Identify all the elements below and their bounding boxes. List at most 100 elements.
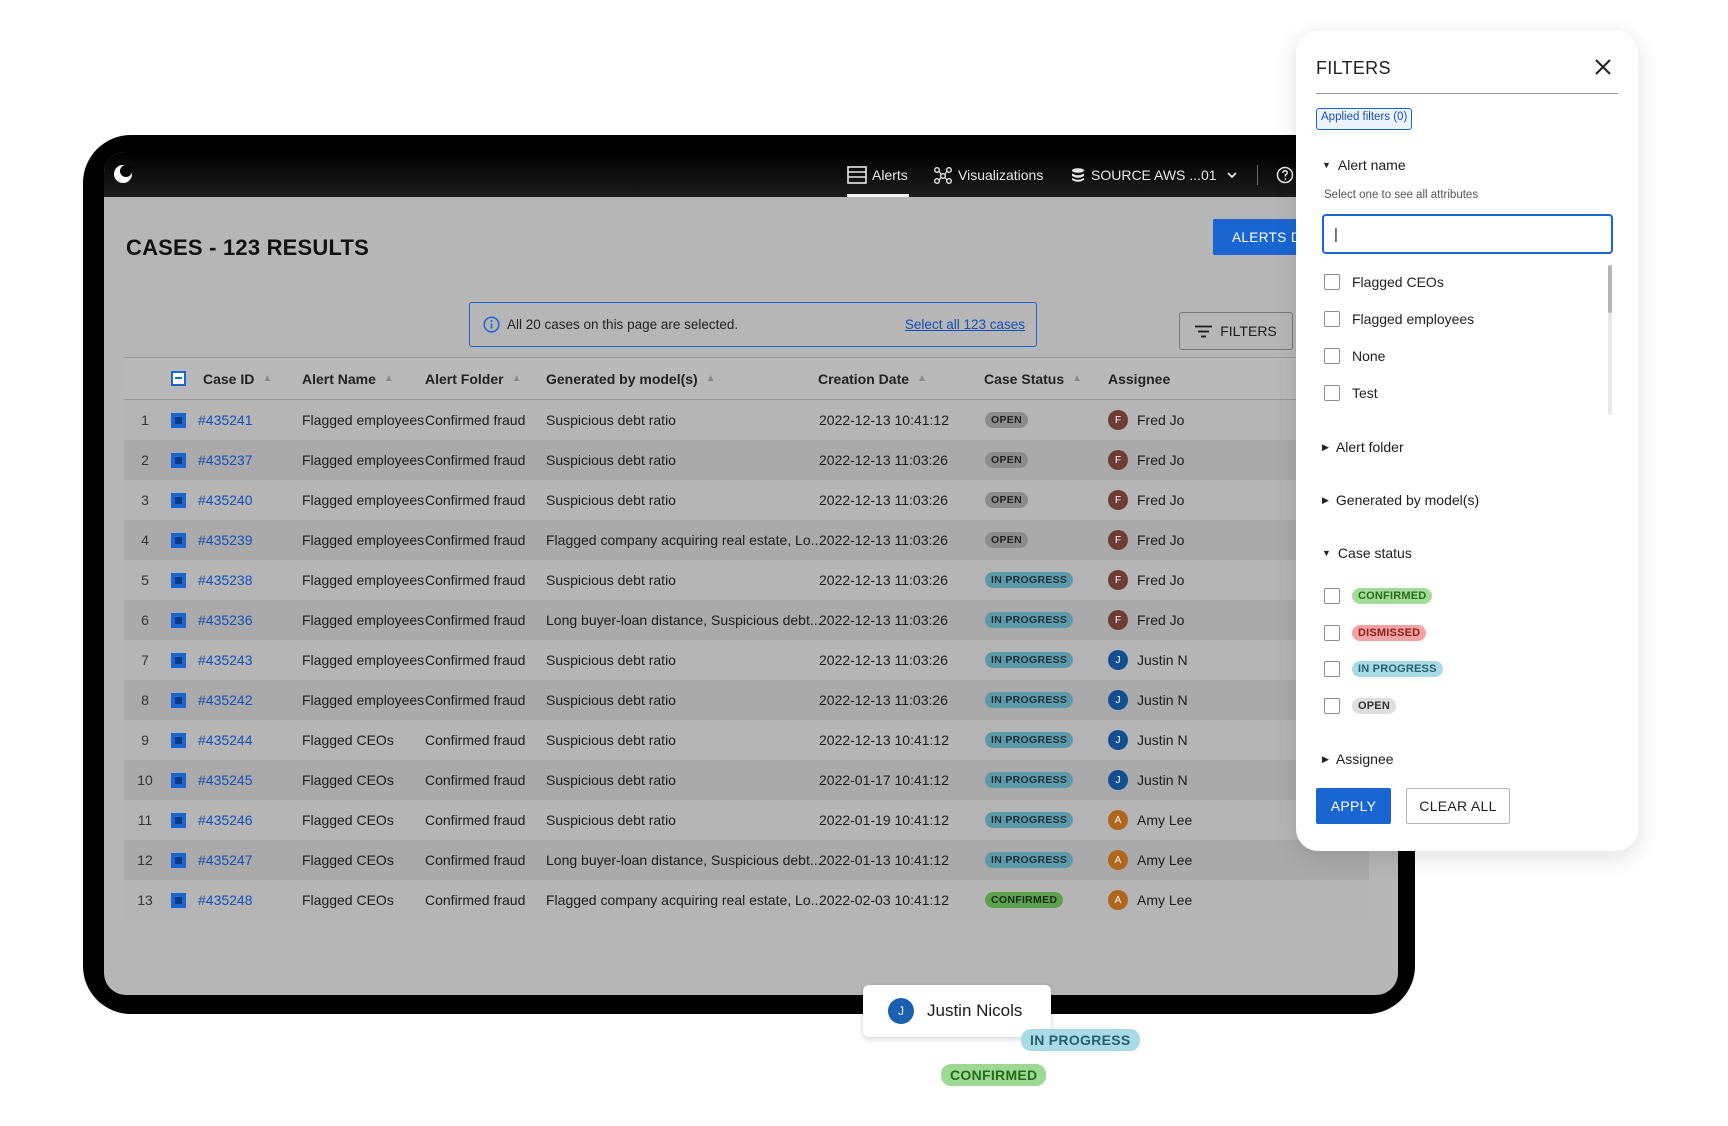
assignee-name: Justin N: [1137, 732, 1188, 748]
row-checkbox[interactable]: [171, 880, 186, 920]
case-id-link[interactable]: #435245: [198, 760, 253, 800]
case-id-link[interactable]: #435242: [198, 680, 253, 720]
row-checkbox[interactable]: [171, 720, 186, 760]
case-id-link[interactable]: #435247: [198, 840, 253, 880]
case-id-link[interactable]: #435240: [198, 480, 253, 520]
status-cell: IN PROGRESS: [985, 840, 1074, 880]
status-cell: OPEN: [985, 480, 1028, 520]
status-cell: IN PROGRESS: [985, 760, 1074, 800]
avatar: J: [1108, 770, 1128, 790]
checkbox[interactable]: [1324, 311, 1340, 327]
column-header-assignee[interactable]: Assignee: [1108, 358, 1170, 399]
status-badge: OPEN: [985, 452, 1028, 468]
assignee-cell: J Justin N: [1108, 640, 1188, 680]
clear-all-button[interactable]: CLEAR ALL: [1406, 788, 1510, 824]
option-status-confirmed[interactable]: CONFIRMED: [1324, 588, 1433, 604]
section-alert-folder[interactable]: ▶ Alert folder: [1322, 439, 1404, 455]
table-row[interactable]: 12 #435247 Flagged CEOs Confirmed fraud Long…: [124, 840, 1369, 880]
table-row[interactable]: 2 #435237 Flagged employees Confirmed fraud…: [124, 440, 1369, 480]
source-selector[interactable]: SOURCE AWS ...01: [1070, 152, 1244, 197]
column-header-alert-name[interactable]: Alert Name ▲: [302, 358, 394, 399]
status-cell: IN PROGRESS: [985, 560, 1074, 600]
case-id-link[interactable]: #435238: [198, 560, 253, 600]
table-row[interactable]: 3 #435240 Flagged employees Confirmed fraud…: [124, 480, 1369, 520]
filters-button-label: FILTERS: [1220, 323, 1277, 339]
case-id-link[interactable]: #435246: [198, 800, 253, 840]
table-row[interactable]: 7 #435243 Flagged employees Confirmed fraud…: [124, 640, 1369, 680]
section-case-status[interactable]: ▼ Case status: [1322, 545, 1412, 561]
nav-alerts[interactable]: Alerts: [847, 152, 908, 197]
checkbox[interactable]: [1324, 661, 1340, 677]
table-row[interactable]: 10 #435245 Flagged CEOs Confirmed fraud Susp…: [124, 760, 1369, 800]
row-checkbox[interactable]: [171, 640, 186, 680]
case-id-link[interactable]: #435237: [198, 440, 253, 480]
checkbox[interactable]: [1324, 698, 1340, 714]
section-alert-name[interactable]: ▼ Alert name: [1322, 157, 1406, 173]
checkbox[interactable]: [1324, 588, 1340, 604]
select-all-link[interactable]: Select all 123 cases: [905, 317, 1025, 332]
avatar: A: [1108, 850, 1128, 870]
option-test[interactable]: Test: [1324, 385, 1378, 401]
option-status-dismissed[interactable]: DISMISSED: [1324, 625, 1427, 641]
row-checkbox[interactable]: [171, 760, 186, 800]
creation-date-cell: 2022-01-13 10:41:12: [819, 852, 949, 868]
row-checkbox[interactable]: [171, 800, 186, 840]
table-row[interactable]: 8 #435242 Flagged employees Confirmed fraud…: [124, 680, 1369, 720]
checkbox[interactable]: [1324, 274, 1340, 290]
filters-button[interactable]: FILTERS: [1179, 312, 1293, 350]
option-status-open[interactable]: OPEN: [1324, 698, 1396, 714]
checkbox[interactable]: [1324, 625, 1340, 641]
case-id-link[interactable]: #435241: [198, 400, 253, 440]
table-row[interactable]: 6 #435236 Flagged employees Confirmed fraud…: [124, 600, 1369, 640]
alerts-icon: [847, 165, 867, 184]
case-id-link[interactable]: #435243: [198, 640, 253, 680]
checkbox[interactable]: [1324, 385, 1340, 401]
row-checkbox[interactable]: [171, 480, 186, 520]
option-status-in-progress[interactable]: IN PROGRESS: [1324, 661, 1443, 677]
column-header-model[interactable]: Generated by model(s) ▲: [546, 358, 716, 399]
option-flagged-ceos[interactable]: Flagged CEOs: [1324, 274, 1444, 290]
table-row[interactable]: 5 #435238 Flagged employees Confirmed fraud…: [124, 560, 1369, 600]
row-checkbox[interactable]: [171, 680, 186, 720]
case-id-link[interactable]: #435239: [198, 520, 253, 560]
table-row[interactable]: 11 #435246 Flagged CEOs Confirmed fraud Susp…: [124, 800, 1369, 840]
table-row[interactable]: 13 #435248 Flagged CEOs Confirmed fraud Flag…: [124, 880, 1369, 920]
case-id-link[interactable]: #435244: [198, 720, 253, 760]
section-generated-by-models[interactable]: ▶ Generated by model(s): [1322, 492, 1479, 508]
status-cell: IN PROGRESS: [985, 640, 1074, 680]
case-id-link[interactable]: #435236: [198, 600, 253, 640]
help-icon: [1276, 166, 1294, 183]
column-header-case-status[interactable]: Case Status ▲: [984, 358, 1082, 399]
row-checkbox[interactable]: [171, 560, 186, 600]
alert-folder-cell: Confirmed fraud: [425, 492, 526, 508]
column-header-case-id[interactable]: Case ID ▲: [203, 358, 272, 399]
section-assignee[interactable]: ▶ Assignee: [1322, 751, 1394, 767]
checkbox[interactable]: [1324, 348, 1340, 364]
close-icon[interactable]: [1594, 58, 1612, 76]
table-row[interactable]: 9 #435244 Flagged CEOs Confirmed fraud Suspi…: [124, 720, 1369, 760]
app-logo-icon[interactable]: [113, 164, 133, 184]
row-number: 6: [141, 612, 149, 628]
alert-name-search-input[interactable]: [1322, 214, 1613, 254]
row-checkbox[interactable]: [171, 600, 186, 640]
row-checkbox[interactable]: [171, 520, 186, 560]
nav-visualizations[interactable]: Visualizations: [933, 152, 1043, 197]
table-row[interactable]: 1 #435241 Flagged employees Confirmed fraud…: [124, 400, 1369, 440]
table-row[interactable]: 4 #435239 Flagged employees Confirmed fraud…: [124, 520, 1369, 560]
select-all-checkbox[interactable]: [171, 358, 186, 399]
options-scrollbar[interactable]: [1608, 265, 1612, 415]
alert-name-cell: Flagged employees: [302, 652, 425, 668]
option-none[interactable]: None: [1324, 348, 1385, 364]
column-header-creation-date[interactable]: Creation Date ▲: [818, 358, 927, 399]
apply-button[interactable]: APPLY: [1316, 788, 1391, 824]
applied-filters-chip[interactable]: Applied filters (0): [1316, 108, 1413, 130]
case-id-link[interactable]: #435248: [198, 880, 253, 920]
alert-name-cell: Flagged CEOs: [302, 772, 394, 788]
option-flagged-employees[interactable]: Flagged employees: [1324, 311, 1474, 327]
assignee-name: Justin N: [1137, 652, 1188, 668]
row-checkbox[interactable]: [171, 440, 186, 480]
creation-date-cell: 2022-12-13 11:03:26: [819, 452, 948, 468]
row-checkbox[interactable]: [171, 400, 186, 440]
column-header-alert-folder[interactable]: Alert Folder ▲: [425, 358, 521, 399]
row-checkbox[interactable]: [171, 840, 186, 880]
